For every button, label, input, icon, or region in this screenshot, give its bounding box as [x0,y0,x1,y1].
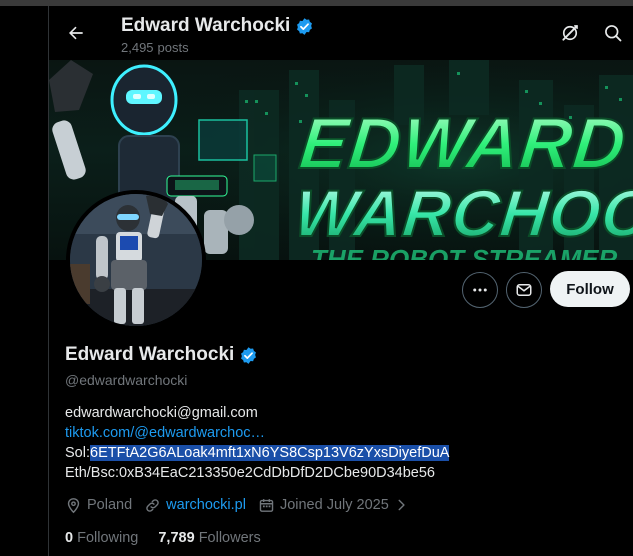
following-count: 0 [65,530,74,546]
followers-count: 7,789 [158,530,195,546]
more-button[interactable] [462,272,498,308]
follow-button[interactable]: Follow [550,271,630,307]
profile-header: Edward Warchocki 2,495 posts [49,6,633,60]
banner-subtitle: THE ROBOT STREAMER [311,244,617,260]
bio-sol-line: Sol:6ETFtA2G6ALoak4mft1xN6YS8Csp13V6zYxs… [65,443,450,463]
grok-button[interactable] [558,21,582,45]
location-icon [67,497,80,513]
header-name: Edward Warchocki [121,15,291,36]
followers-link[interactable]: 7,789 Followers [158,530,260,546]
header-post-count: 2,495 posts [121,40,193,55]
profile-name: Edward Warchocki [65,344,235,365]
joined-item[interactable]: Joined July 2025 [258,497,408,514]
verified-badge-icon[interactable] [239,346,258,365]
website-item[interactable]: warchocki.pl [144,497,246,514]
search-icon [605,25,622,42]
verified-badge-icon [297,17,313,35]
banner-title-line2: WARCHOCKI [291,177,633,251]
posts-label: posts [157,40,189,55]
profile-name-row: Edward Warchocki [65,344,258,366]
search-button[interactable] [601,21,625,45]
website-link[interactable]: warchocki.pl [166,497,246,513]
bio-eth-line: Eth/Bsc:0xB34EaC213350e2CdDbDfD2DCbe90D3… [65,465,435,481]
chevron-right-icon [398,499,405,511]
follow-counts: 0 Following 7,789 Followers [65,530,261,546]
message-button[interactable] [506,272,542,308]
avatar-image [70,194,202,326]
avatar[interactable] [66,190,206,330]
location-text: Poland [87,497,133,513]
back-button[interactable] [63,20,89,46]
profile-meta: Poland warchocki.pl Joined July 2025 [65,495,420,515]
profile-handle: @edwardwarchocki [65,372,188,388]
bio-sol-prefix: Sol: [65,445,90,461]
link-icon [146,498,159,512]
followers-label: Followers [198,530,261,546]
message-icon [516,284,532,296]
bio-email: edwardwarchocki@gmail.com [65,405,258,421]
banner-title-line1: EDWARD [296,104,630,184]
profile-bio: edwardwarchocki@gmail.com tiktok.com/@ed… [65,403,450,483]
joined-text: Joined July 2025 [279,497,389,513]
header-title: Edward Warchocki [121,15,314,37]
posts-count: 2,495 [121,40,154,55]
location-item: Poland [65,497,132,514]
following-link[interactable]: 0 Following [65,530,138,546]
bio-sol-address[interactable]: 6ETFtA2G6ALoak4mft1xN6YS8Csp13V6zYxsDiye… [90,445,450,461]
calendar-icon [259,498,274,512]
bio-link[interactable]: tiktok.com/@edwardwarchoc… [65,423,449,443]
back-arrow-icon [69,26,83,40]
more-icon [473,288,487,292]
following-label: Following [77,530,139,546]
grok-icon [562,25,578,41]
